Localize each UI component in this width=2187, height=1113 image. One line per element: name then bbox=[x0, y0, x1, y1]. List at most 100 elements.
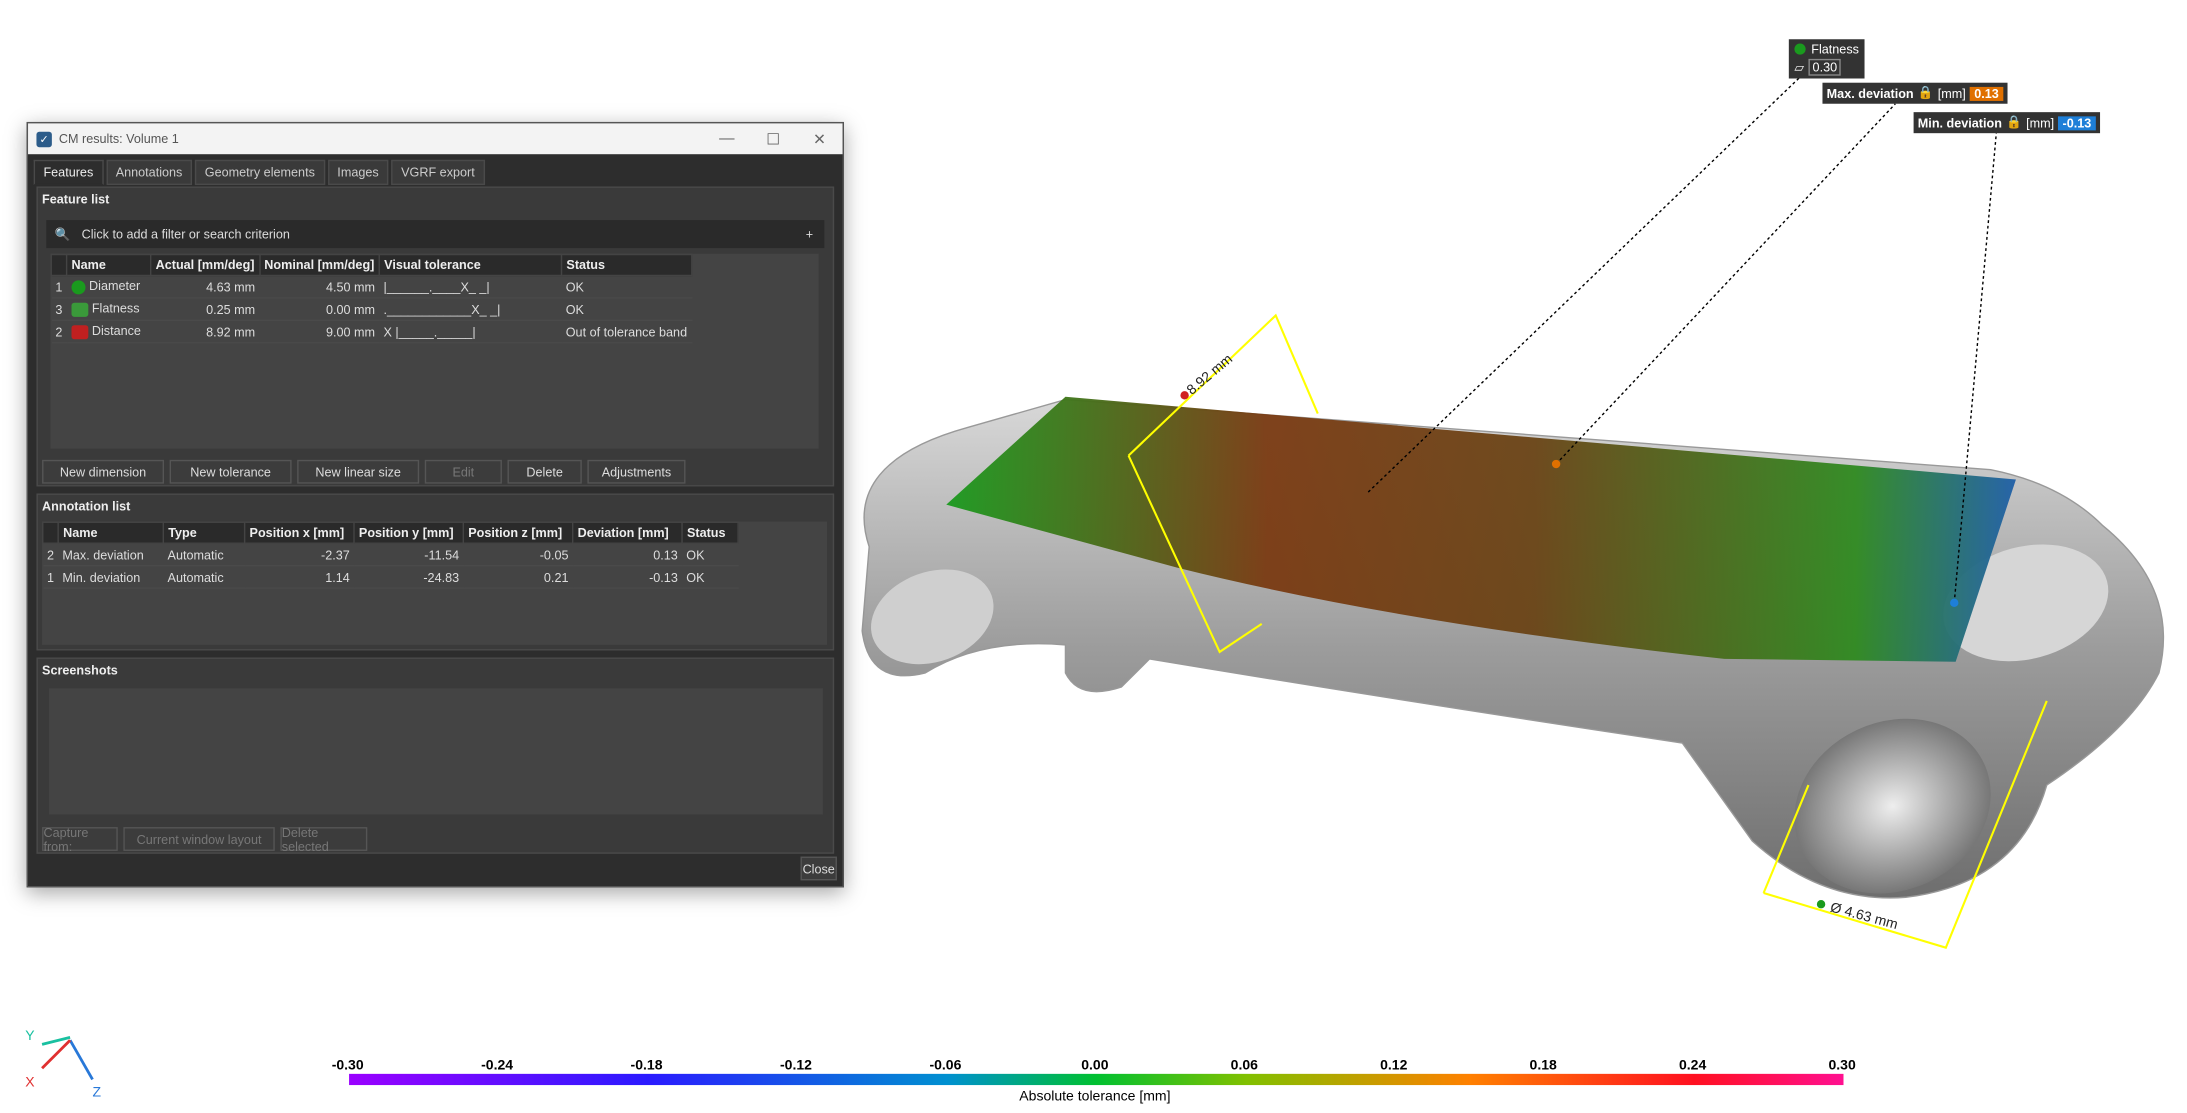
col-pos-y[interactable]: Position y [mm] bbox=[353, 521, 465, 544]
3d-part-model[interactable] bbox=[858, 396, 2165, 925]
actual-value: 8.92 mm bbox=[150, 320, 260, 344]
flatness-callout-value: 0.30 bbox=[1808, 58, 1842, 76]
app-icon: ✓ bbox=[36, 131, 52, 147]
row-index: 2 bbox=[51, 320, 67, 344]
max-deviation-label: Max. deviation bbox=[1826, 86, 1914, 101]
position-z: -0.05 bbox=[463, 543, 573, 567]
min-deviation-unit: [mm] bbox=[2026, 115, 2055, 130]
axis-y-label: Y bbox=[25, 1027, 35, 1043]
screenshots-area[interactable] bbox=[49, 688, 823, 815]
feature-name: Flatness bbox=[91, 301, 140, 316]
row-index: 2 bbox=[42, 543, 59, 567]
actual-value: 4.63 mm bbox=[150, 275, 260, 299]
row-index: 3 bbox=[51, 297, 67, 322]
scale-tick: 0.00 bbox=[1081, 1058, 1109, 1074]
col-actual[interactable]: Actual [mm/deg] bbox=[150, 253, 261, 277]
position-y: -24.83 bbox=[354, 565, 464, 589]
min-deviation-point[interactable] bbox=[1950, 598, 1959, 608]
deviation-value: 0.13 bbox=[572, 543, 683, 567]
cm-results-window[interactable]: ✓ CM results: Volume 1 — ☐ ✕ Features Anno… bbox=[26, 121, 844, 888]
visual-tolerance: X |_____._____| bbox=[379, 320, 562, 344]
annotation-type: Automatic bbox=[163, 565, 245, 589]
adjustments-button[interactable]: Adjustments bbox=[587, 459, 686, 484]
table-row[interactable]: 2 Distance 8.92 mm 9.00 mm X |_____.____… bbox=[51, 320, 692, 344]
col-visual[interactable]: Visual tolerance bbox=[378, 253, 563, 277]
maximize-button[interactable]: ☐ bbox=[750, 130, 796, 148]
col-type[interactable]: Type bbox=[162, 521, 246, 544]
scale-tick: -0.30 bbox=[331, 1058, 364, 1074]
search-icon: 🔍 bbox=[54, 226, 71, 241]
close-window-button[interactable]: ✕ bbox=[796, 130, 842, 148]
nominal-value: 4.50 mm bbox=[259, 275, 380, 299]
feature-name-cell: Distance bbox=[66, 320, 151, 344]
max-deviation-point[interactable] bbox=[1551, 459, 1561, 469]
row-index: 1 bbox=[42, 565, 59, 589]
annotation-list-panel: Annotation list Name Type Position x [mm… bbox=[36, 493, 835, 651]
flatness-callout[interactable]: Flatness ▱ 0.30 bbox=[1788, 39, 1865, 79]
new-tolerance-button[interactable]: New tolerance bbox=[169, 459, 292, 484]
minimize-button[interactable]: — bbox=[704, 130, 750, 148]
feature-buttons: New dimension New tolerance New linear s… bbox=[42, 459, 691, 484]
lock-icon: 🔒 bbox=[2006, 114, 2022, 129]
visual-tolerance: |______.____X_ _| bbox=[379, 275, 562, 299]
visual-tolerance: .____________X_ _| bbox=[379, 297, 562, 322]
annotation-type: Automatic bbox=[163, 543, 245, 567]
status-value: OK bbox=[561, 275, 692, 299]
scale-tick: 0.18 bbox=[1529, 1058, 1557, 1074]
position-y: -11.54 bbox=[354, 543, 464, 567]
col-deviation[interactable]: Deviation [mm] bbox=[571, 521, 683, 544]
delete-selected-button[interactable]: Delete selected bbox=[280, 825, 368, 853]
status-value: OK bbox=[682, 565, 739, 589]
max-deviation-value: 0.13 bbox=[1969, 86, 2003, 101]
scale-tick: -0.18 bbox=[630, 1058, 663, 1074]
col-nominal[interactable]: Nominal [mm/deg] bbox=[258, 253, 380, 277]
tab-geometry-elements[interactable]: Geometry elements bbox=[194, 159, 325, 186]
new-linear-size-button[interactable]: New linear size bbox=[297, 459, 420, 484]
tab-features[interactable]: Features bbox=[33, 159, 104, 186]
tab-vgrf-export[interactable]: VGRF export bbox=[391, 159, 485, 186]
tab-annotations[interactable]: Annotations bbox=[105, 159, 193, 186]
flatness-callout-label: Flatness bbox=[1811, 42, 1859, 57]
new-dimension-button[interactable]: New dimension bbox=[42, 459, 165, 484]
col-name[interactable]: Name bbox=[65, 253, 152, 277]
min-deviation-callout[interactable]: Min. deviation 🔒 [mm] -0.13 bbox=[1913, 112, 2100, 134]
row-index: 1 bbox=[51, 275, 67, 299]
layout-select[interactable]: Current window layout bbox=[123, 827, 275, 851]
col-name[interactable]: Name bbox=[57, 521, 165, 544]
position-z: 0.21 bbox=[463, 565, 573, 589]
col-status[interactable]: Status bbox=[560, 253, 693, 277]
window-titlebar[interactable]: ✓ CM results: Volume 1 — ☐ ✕ bbox=[28, 123, 843, 155]
close-button[interactable]: Close bbox=[800, 856, 837, 881]
nominal-value: 0.00 mm bbox=[259, 297, 380, 322]
table-row[interactable]: 2 Max. deviation Automatic -2.37 -11.54 … bbox=[42, 543, 739, 567]
col-pos-z[interactable]: Position z [mm] bbox=[462, 521, 574, 544]
max-deviation-callout[interactable]: Max. deviation 🔒 [mm] 0.13 bbox=[1822, 82, 2008, 104]
feature-table: Name Actual [mm/deg] Nominal [mm/deg] Vi… bbox=[50, 253, 693, 344]
edit-button[interactable]: Edit bbox=[424, 459, 502, 484]
color-scale-label: Absolute tolerance [mm] bbox=[1019, 1089, 1171, 1105]
window-title: CM results: Volume 1 bbox=[58, 131, 179, 146]
diameter-icon bbox=[70, 280, 85, 295]
status-value: OK bbox=[682, 543, 739, 567]
annotation-table: Name Type Position x [mm] Position y [mm… bbox=[42, 521, 739, 589]
nominal-value: 9.00 mm bbox=[259, 320, 380, 344]
position-x: 1.14 bbox=[244, 565, 355, 589]
add-filter-button[interactable]: + bbox=[806, 227, 813, 241]
table-row[interactable]: 3 Flatness 0.25 mm 0.00 mm .____________… bbox=[51, 297, 692, 322]
col-status[interactable]: Status bbox=[681, 521, 739, 544]
search-input[interactable]: 🔍 Click to add a filter or search criter… bbox=[46, 220, 825, 249]
feature-name-cell: Diameter bbox=[66, 275, 151, 299]
scale-tick: 0.24 bbox=[1678, 1058, 1707, 1074]
col-index bbox=[50, 253, 68, 277]
axis-triad[interactable] bbox=[41, 1036, 94, 1081]
table-row[interactable]: 1 Min. deviation Automatic 1.14 -24.83 0… bbox=[42, 565, 739, 589]
scale-tick: -0.06 bbox=[929, 1058, 962, 1074]
tab-images[interactable]: Images bbox=[327, 159, 389, 186]
delete-button[interactable]: Delete bbox=[507, 459, 582, 484]
table-row[interactable]: 1 Diameter 4.63 mm 4.50 mm |______.____X… bbox=[51, 275, 692, 299]
col-pos-x[interactable]: Position x [mm] bbox=[243, 521, 355, 544]
distance-icon bbox=[70, 324, 88, 339]
status-ok-icon bbox=[1794, 43, 1806, 55]
status-value: Out of tolerance band bbox=[561, 320, 692, 344]
diameter-dim-text: Ø 4.63 mm bbox=[1829, 899, 1900, 932]
